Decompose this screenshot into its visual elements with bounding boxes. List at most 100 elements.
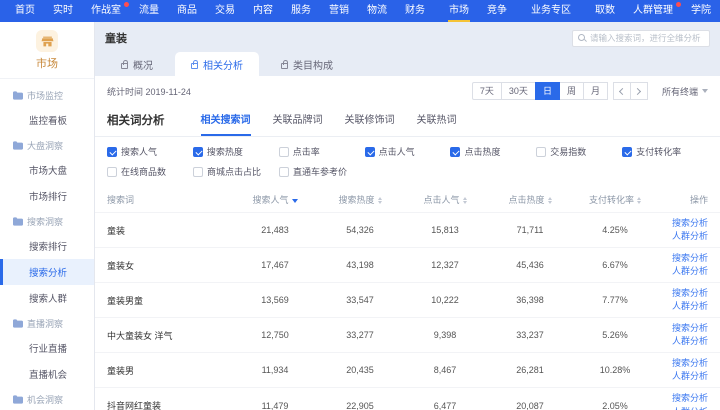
subtab-modifier-words[interactable]: 关联修饰词 [345, 111, 395, 136]
keyword-cell[interactable]: 童装男童 [95, 283, 233, 318]
nav-item-trade[interactable]: 交易 [206, 0, 244, 22]
col-search-heat[interactable]: 搜索热度 [318, 187, 403, 213]
crowd-analysis-link[interactable]: 人群分析 [662, 335, 709, 348]
checkbox-online-items[interactable]: 在线商品数 [107, 165, 193, 178]
nav-item-business-zone[interactable]: 业务专区 [522, 0, 580, 22]
checkbox-label: 直通车参考价 [293, 165, 347, 178]
sidebar-item-live-opportunity[interactable]: 直播机会 [0, 361, 94, 387]
prev-date-button[interactable] [613, 82, 631, 100]
click-heat-cell: 33,237 [488, 318, 573, 353]
nav-item-war-room[interactable]: 作战室 [82, 0, 130, 22]
checkbox-search-heat[interactable]: 搜索热度 [193, 145, 279, 158]
col-click-heat[interactable]: 点击热度 [488, 187, 573, 213]
red-dot-badge [124, 2, 129, 7]
keyword-cell[interactable]: 童装男 [95, 353, 233, 388]
search-analysis-link[interactable]: 搜索分析 [662, 252, 709, 265]
range-month-button[interactable]: 月 [583, 82, 608, 100]
search-heat-cell: 43,198 [318, 248, 403, 283]
nav-item-traffic[interactable]: 流量 [130, 0, 168, 22]
checkbox-trade-index[interactable]: 交易指数 [536, 145, 622, 158]
crowd-analysis-link[interactable]: 人群分析 [662, 230, 709, 243]
col-click-pop[interactable]: 点击人气 [403, 187, 488, 213]
menu-item-label: 行业直播 [29, 344, 67, 355]
nav-item-academy[interactable]: 学院 [682, 0, 720, 22]
table-row: 童装男 11,934 20,435 8,467 26,281 10.28% 搜索… [95, 353, 720, 388]
search-input[interactable] [590, 33, 704, 43]
checkbox-ztc-ref-price[interactable]: 直通车参考价 [279, 165, 365, 178]
menu-group-label: 大盘洞察 [27, 139, 63, 152]
checkbox-mall-click-share[interactable]: 商城点击占比 [193, 165, 279, 178]
crowd-analysis-link[interactable]: 人群分析 [662, 300, 709, 313]
checkbox-label: 搜索人气 [121, 145, 157, 158]
search-heat-cell: 33,547 [318, 283, 403, 318]
nav-item-home[interactable]: 首页 [6, 0, 44, 22]
keyword-cell[interactable]: 童装女 [95, 248, 233, 283]
actions-cell: 搜索分析 人群分析 [658, 213, 720, 248]
sidebar-item-search-crowd[interactable]: 搜索人群 [0, 285, 94, 311]
range-7d-button[interactable]: 7天 [472, 82, 502, 100]
col-search-pop[interactable]: 搜索人气 [233, 187, 318, 213]
subtab-brand-words[interactable]: 关联品牌词 [273, 111, 323, 136]
terminal-dropdown[interactable]: 所有终端 [662, 85, 708, 98]
search-analysis-link[interactable]: 搜索分析 [662, 357, 709, 370]
range-30d-button[interactable]: 30天 [501, 82, 536, 100]
col-label: 搜索词 [107, 195, 134, 205]
sidebar-item-monitor-board[interactable]: 监控看板 [0, 107, 94, 133]
menu-group-label: 直播洞察 [27, 317, 63, 330]
search-analysis-link[interactable]: 搜索分析 [662, 392, 709, 405]
search-heat-cell: 33,277 [318, 318, 403, 353]
search-analysis-link[interactable]: 搜索分析 [662, 322, 709, 335]
nav-item-logistics[interactable]: 物流 [358, 0, 396, 22]
checkbox-click-heat[interactable]: 点击热度 [450, 145, 536, 158]
sidebar-item-industry-live[interactable]: 行业直播 [0, 335, 94, 361]
range-week-button[interactable]: 周 [559, 82, 584, 100]
keyword-cell[interactable]: 抖音网红童装 [95, 388, 233, 410]
tab-overview[interactable]: 概况 [105, 52, 169, 76]
sidebar-item-search-analysis[interactable]: 搜索分析 [0, 259, 94, 285]
folder-icon [13, 141, 23, 150]
checkbox-pay-conversion[interactable]: 支付转化率 [622, 145, 708, 158]
subtab-related-search-words[interactable]: 相关搜索词 [201, 111, 251, 136]
checkbox-label: 在线商品数 [121, 165, 166, 178]
search-pop-cell: 13,569 [233, 283, 318, 318]
sidebar-item-search-ranking[interactable]: 搜索排行 [0, 233, 94, 259]
search-analysis-link[interactable]: 搜索分析 [662, 217, 709, 230]
col-label: 点击热度 [508, 195, 544, 205]
checkbox-click-rate[interactable]: 点击率 [279, 145, 365, 158]
tab-category-composition[interactable]: 类目构成 [265, 52, 349, 76]
next-date-button[interactable] [630, 82, 648, 100]
nav-item-crowd-management[interactable]: 人群管理 [624, 0, 682, 22]
nav-label: 人群管理 [633, 5, 673, 16]
nav-item-data-fetch[interactable]: 取数 [586, 0, 624, 22]
nav-item-realtime[interactable]: 实时 [44, 0, 82, 22]
search-analysis-link[interactable]: 搜索分析 [662, 287, 709, 300]
menu-item-label: 市场排行 [29, 192, 67, 203]
menu-group-label: 搜索洞察 [27, 215, 63, 228]
nav-item-products[interactable]: 商品 [168, 0, 206, 22]
checkbox-search-pop[interactable]: 搜索人气 [107, 145, 193, 158]
keyword-cell[interactable]: 童装 [95, 213, 233, 248]
subtab-hot-words[interactable]: 关联热词 [417, 111, 457, 136]
keyword-cell[interactable]: 中大童装女 洋气 [95, 318, 233, 353]
nav-item-service[interactable]: 服务 [282, 0, 320, 22]
range-day-button[interactable]: 日 [535, 82, 560, 100]
checkbox-click-pop[interactable]: 点击人气 [365, 145, 451, 158]
nav-item-competition[interactable]: 竞争 [478, 0, 516, 22]
crowd-analysis-link[interactable]: 人群分析 [662, 370, 709, 383]
nav-item-content[interactable]: 内容 [244, 0, 282, 22]
crowd-analysis-link[interactable]: 人群分析 [662, 265, 709, 278]
nav-item-market[interactable]: 市场 [440, 0, 478, 22]
col-pay-rate[interactable]: 支付转化率 [573, 187, 658, 213]
sidebar-header: 市场 [0, 22, 94, 79]
checkbox-unchecked-icon [279, 147, 289, 157]
crowd-analysis-link[interactable]: 人群分析 [662, 406, 709, 410]
sidebar-item-market-ranking[interactable]: 市场排行 [0, 183, 94, 209]
menu-item-label: 搜索排行 [29, 242, 67, 253]
sort-icon [463, 197, 467, 204]
tab-related-analysis[interactable]: 相关分析 [175, 52, 259, 76]
menu-group-opportunity-insight: 机会洞察 [0, 387, 94, 410]
sidebar-item-market-overview[interactable]: 市场大盘 [0, 157, 94, 183]
nav-item-marketing[interactable]: 营销 [320, 0, 358, 22]
actions-cell: 搜索分析 人群分析 [658, 318, 720, 353]
nav-item-finance[interactable]: 财务 [396, 0, 434, 22]
